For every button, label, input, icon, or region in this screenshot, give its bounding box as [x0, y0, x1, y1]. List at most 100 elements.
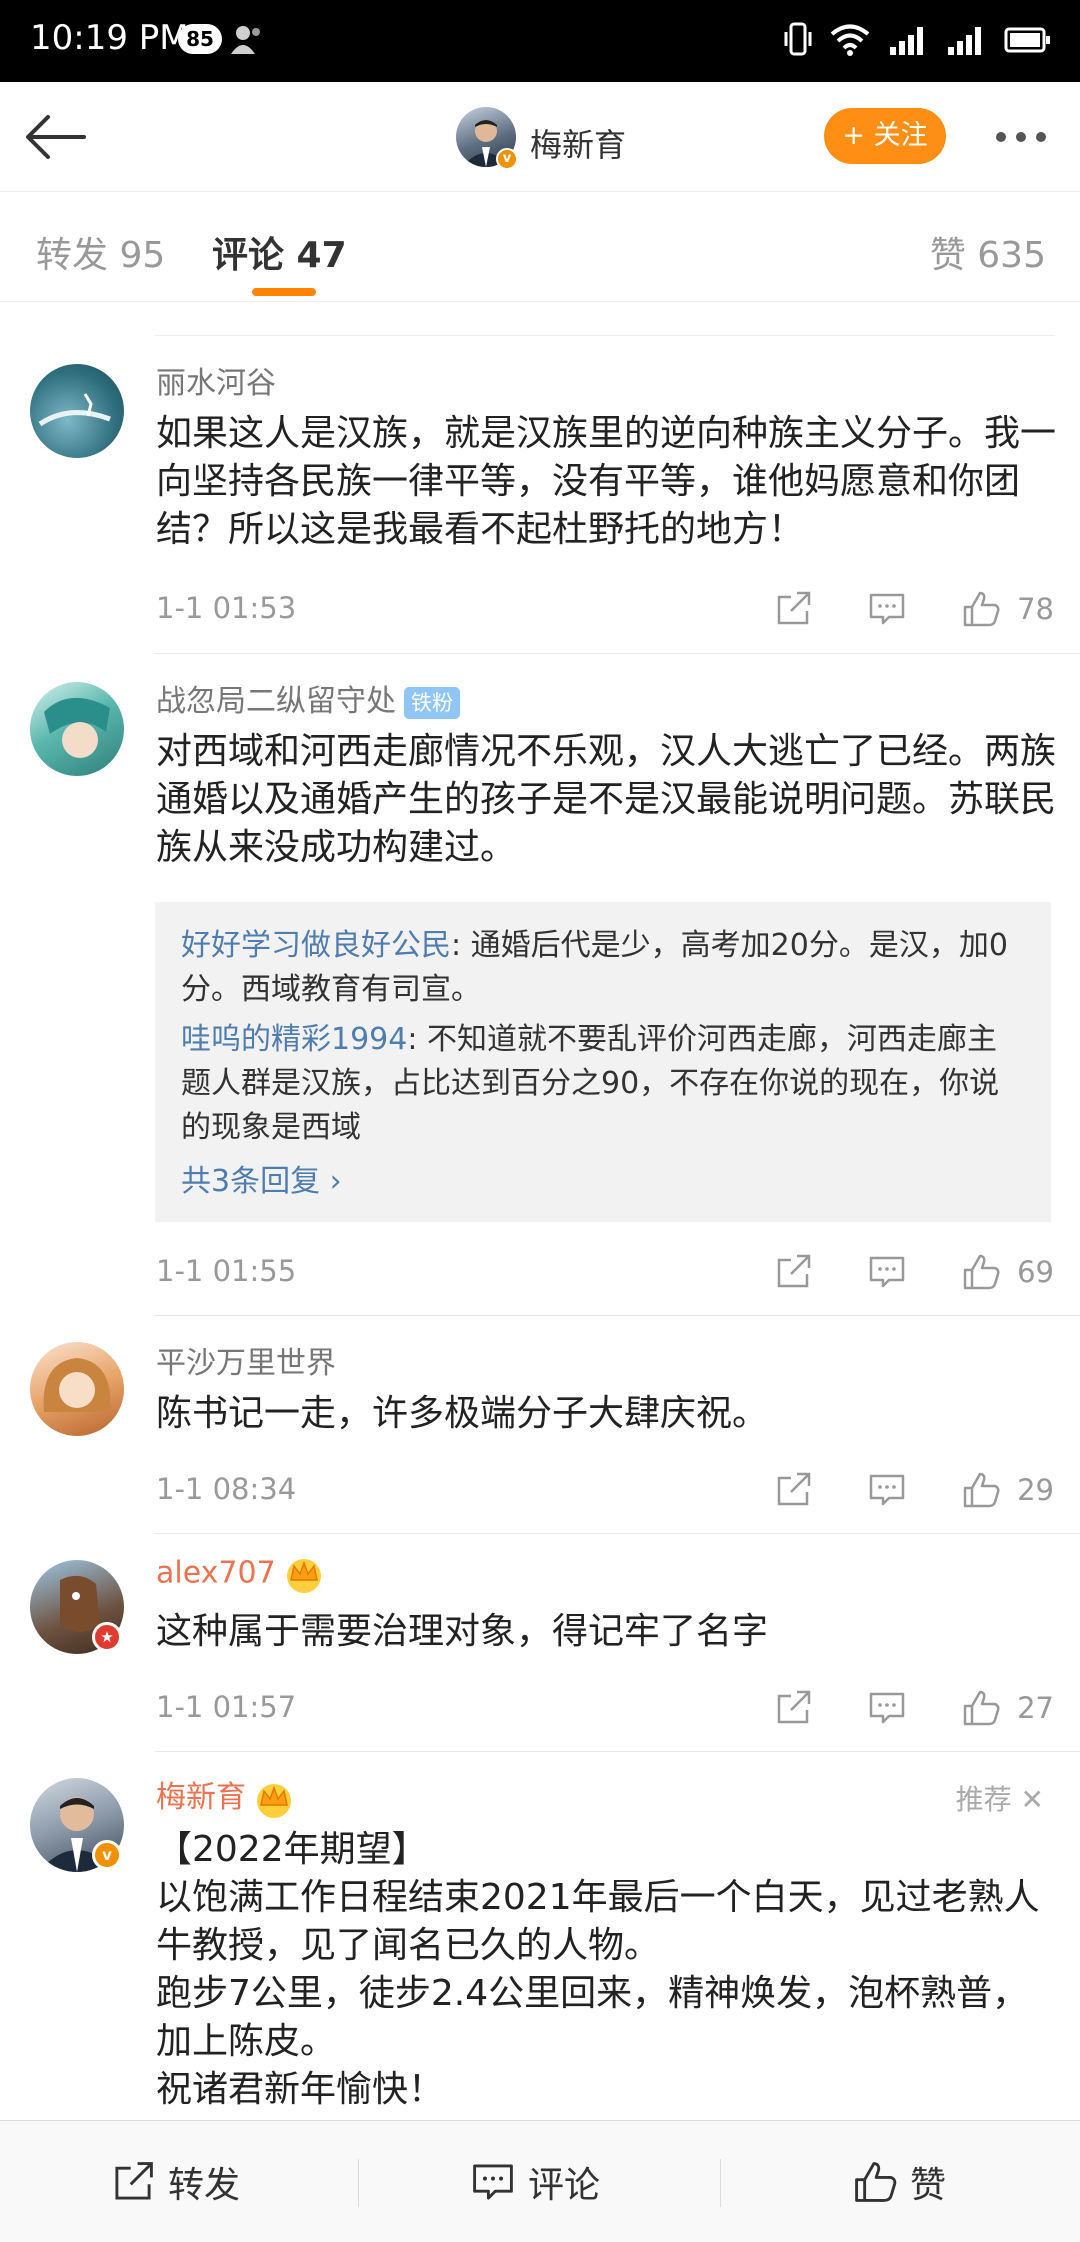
comment-label: 评论 [528, 2165, 601, 2206]
like-count: 78 [1017, 592, 1054, 626]
comment-username-wrap: 梅新育 [156, 1772, 296, 1819]
vibrate-icon [784, 22, 812, 56]
battery-icon [1004, 27, 1050, 53]
partial-row [155, 302, 1055, 336]
reply-username[interactable]: 哇呜的精彩1994 [181, 1022, 407, 1057]
repost-icon [115, 2162, 153, 2200]
comment-item: 战忽局二纵留守处 铁粉 对西域和河西走廊情况不乐观，汉人大逃亡了已经。两族通婚以及… [0, 654, 1080, 1316]
comment-item: 丽水河谷 如果这人是汉族，就是汉族里的逆向种族主义分子。我一向坚持各民族一律平等… [0, 336, 1080, 654]
back-arrow-icon[interactable] [22, 107, 88, 167]
comment-icon [473, 2164, 513, 2200]
repost-label: 转发 [168, 2165, 241, 2206]
comment-actions: 69 [773, 1252, 1054, 1292]
comment-item: 平沙万里世界 陈书记一走，许多极端分子大肆庆祝。 1-1 08:34 29 [0, 1316, 1080, 1534]
signal-icon-2 [948, 27, 981, 55]
comment-text: 【2022年期望】 以饱满工作日程结束2021年最后一个白天，见过老熟人牛教授，… [156, 1826, 1056, 2114]
comment-time: 1-1 08:34 [156, 1472, 297, 1506]
reply-username[interactable]: 好好学习做良好公民 [181, 928, 451, 963]
tab-comment[interactable]: 评论 47 [212, 226, 347, 278]
comment-username[interactable]: 丽水河谷 [156, 358, 276, 402]
comment-username-wrap: 战忽局二纵留守处 铁粉 [156, 676, 460, 720]
like-icon [855, 2162, 897, 2202]
more-replies-link[interactable]: 共3条回复 › [181, 1156, 1025, 1200]
reply-item: 好好学习做良好公民: 通婚后代是少，高考加20分。是汉，加0分。西域教育有司宣。 [181, 924, 1025, 1012]
vip-crown-icon [257, 1783, 291, 1818]
like-count: 27 [1017, 1691, 1054, 1725]
like-icon[interactable] [961, 1470, 1001, 1510]
fan-badge: 铁粉 [404, 686, 460, 719]
comment-button[interactable]: 评论 [470, 2121, 600, 2242]
comment-time: 1-1 01:57 [156, 1690, 297, 1724]
more-replies-label: 共3条回复 [181, 1164, 321, 1199]
comment-time: 1-1 01:53 [156, 591, 297, 625]
recommend-dismiss[interactable]: 推荐 ✕ [956, 1778, 1044, 1818]
follow-button[interactable]: + 关注 [824, 108, 946, 164]
comment-username[interactable]: 梅新育 [156, 1780, 246, 1815]
wifi-icon [830, 24, 870, 56]
close-icon[interactable]: ✕ [1021, 1783, 1044, 1816]
divider [358, 2159, 359, 2207]
comment-text: 如果这人是汉族，就是汉族里的逆向种族主义分子。我一向坚持各民族一律平等，没有平等… [156, 413, 1057, 550]
comment-line: 祝诸君新年愉快！ [156, 2069, 445, 2110]
like-count: 69 [1017, 1255, 1054, 1289]
like-button[interactable]: 赞 [852, 2121, 946, 2242]
comment-username[interactable]: 战忽局二纵留守处 [156, 684, 396, 719]
like-label: 赞 [910, 2165, 947, 2206]
chevron-right-icon: › [329, 1164, 342, 1199]
status-time: 10:19 PM [30, 18, 189, 58]
like-icon[interactable] [961, 1688, 1001, 1728]
like-icon[interactable] [961, 1252, 1001, 1292]
top-nav: v 梅新育 + 关注 [0, 82, 1080, 192]
comment-actions: 29 [773, 1470, 1054, 1510]
bottom-action-bar: 转发 评论 赞 [0, 2120, 1080, 2242]
comment-username-wrap: alex707 [156, 1554, 326, 1594]
status-bar: 10:19 PM 85 [0, 0, 1080, 82]
active-tab-indicator [252, 288, 316, 296]
comment-time: 1-1 01:55 [156, 1254, 297, 1288]
comment-line: 以饱满工作日程结束2021年最后一个白天，见过老熟人牛教授，见了闻名已久的人物。 [156, 1877, 1040, 1966]
signal-icon-1 [890, 27, 923, 55]
verified-badge-icon: ★ [92, 1622, 122, 1652]
reply-item: 哇呜的精彩1994: 不知道就不要乱评价河西走廊，河西走廊主题人群是汉族，占比达… [181, 1018, 1025, 1150]
contact-icon [231, 26, 260, 54]
avatar[interactable] [30, 1342, 124, 1436]
header-title: 梅新育 [530, 126, 627, 164]
comment-text: 陈书记一走，许多极端分子大肆庆祝。 [156, 1393, 769, 1434]
comment-item: v 梅新育 推荐 ✕ 【2022年期望】 以饱满工作日程结束2021年最后一个白… [0, 1752, 1080, 2120]
more-options-icon[interactable] [996, 120, 1056, 154]
comment-list[interactable]: 丽水河谷 如果这人是汉族，就是汉族里的逆向种族主义分子。我一向坚持各民族一律平等… [0, 302, 1080, 2120]
reply-icon[interactable] [867, 1470, 907, 1510]
comment-line: 【2022年期望】 [156, 1829, 428, 1870]
comment-username[interactable]: alex707 [156, 1556, 276, 1591]
verified-badge-icon: v [496, 148, 518, 170]
tab-repost[interactable]: 转发 95 [36, 226, 165, 278]
share-icon[interactable] [773, 1252, 813, 1292]
reply-preview-box[interactable]: 好好学习做良好公民: 通婚后代是少，高考加20分。是汉，加0分。西域教育有司宣。… [155, 902, 1051, 1222]
repost-button[interactable]: 转发 [110, 2121, 240, 2242]
reply-icon[interactable] [867, 1688, 907, 1728]
share-icon[interactable] [773, 1688, 813, 1728]
comment-actions: 27 [773, 1688, 1054, 1728]
avatar[interactable] [30, 364, 124, 458]
comment-line: 跑步7公里，徒步2.4公里回来，精神焕发，泡杯熟普，加上陈皮。 [156, 1973, 1029, 2062]
comment-username[interactable]: 平沙万里世界 [156, 1338, 336, 1382]
notification-count-badge: 85 [178, 24, 222, 54]
vip-crown-icon [286, 1559, 321, 1593]
share-icon[interactable] [773, 1470, 813, 1510]
comment-text: 对西域和河西走廊情况不乐观，汉人大逃亡了已经。两族通婚以及通婚产生的孩子是不是汉… [156, 731, 1057, 868]
tab-like[interactable]: 赞 635 [930, 226, 1046, 278]
like-icon[interactable] [961, 589, 1001, 629]
comment-actions: 78 [773, 589, 1054, 629]
verified-badge-icon: v [92, 1840, 122, 1870]
comment-item: ★ alex707 这种属于需要治理对象，得记牢了名字 1-1 01:57 27 [0, 1534, 1080, 1752]
like-count: 29 [1017, 1473, 1054, 1507]
comment-text: 这种属于需要治理对象，得记牢了名字 [156, 1611, 769, 1652]
recommend-label: 推荐 [955, 1783, 1012, 1816]
divider [720, 2159, 721, 2207]
reply-icon[interactable] [867, 1252, 907, 1292]
tab-bar: 转发 95 评论 47 赞 635 [0, 192, 1080, 302]
status-icons [784, 20, 1052, 60]
reply-icon[interactable] [867, 589, 907, 629]
avatar[interactable] [30, 682, 124, 776]
share-icon[interactable] [773, 589, 813, 629]
